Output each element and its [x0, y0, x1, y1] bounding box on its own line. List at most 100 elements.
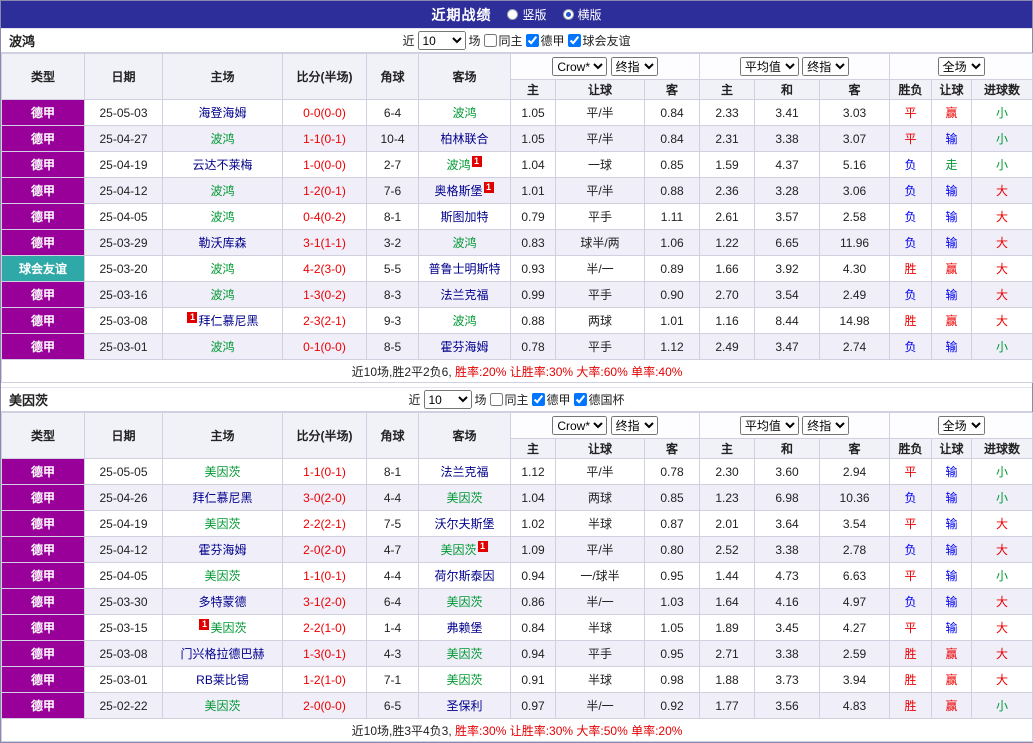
corner-score: 1-4 — [366, 614, 419, 641]
match-score[interactable]: 3-1(1-1) — [282, 229, 367, 256]
away-team-cell[interactable]: 弗赖堡 — [418, 614, 511, 641]
away-team-cell[interactable]: 霍芬海姆 — [418, 333, 511, 360]
filter-same-home[interactable]: 同主 — [489, 391, 529, 408]
euro-time-select[interactable]: 终指 — [802, 416, 850, 435]
match-score[interactable]: 3-1(2-0) — [282, 588, 367, 615]
friendly-checkbox[interactable] — [567, 34, 581, 47]
home-team-cell[interactable]: 美因茨 — [162, 692, 283, 719]
away-team-cell[interactable]: 波鸿 — [418, 307, 511, 334]
away-team-cell[interactable]: 圣保利 — [418, 692, 511, 719]
match-row: 德甲 25-02-22 美因茨 2-0(0-0) 6-5 圣保利 0.97 半/一 0.92 1.… — [1, 692, 1033, 719]
home-team-cell[interactable]: RB莱比锡 — [162, 666, 283, 693]
away-team-cell[interactable]: 柏林联合 — [418, 125, 511, 152]
match-score[interactable]: 0-1(0-0) — [282, 333, 367, 360]
recent-count-select[interactable]: 10 — [423, 390, 472, 409]
away-team-cell[interactable]: 法兰克福 — [418, 458, 511, 485]
asian-home-odds: 0.91 — [510, 666, 556, 693]
league-checkbox[interactable] — [531, 393, 545, 406]
euro-home-odds: 1.23 — [699, 484, 756, 511]
same-home-checkbox[interactable] — [483, 34, 497, 47]
home-team-cell[interactable]: 美因茨 — [162, 562, 283, 589]
home-team-cell[interactable]: 美因茨 — [162, 510, 283, 537]
home-team-cell[interactable]: 1 拜仁慕尼黑 — [162, 307, 283, 334]
filter-same-home[interactable]: 同主 — [483, 32, 523, 49]
away-team-cell[interactable]: 美因茨 — [418, 666, 511, 693]
home-team-cell[interactable]: 拜仁慕尼黑 — [162, 484, 283, 511]
match-score[interactable]: 2-2(1-0) — [282, 614, 367, 641]
match-score[interactable]: 1-3(0-2) — [282, 281, 367, 308]
away-team-cell[interactable]: 荷尔斯泰因 — [418, 562, 511, 589]
match-score[interactable]: 1-1(0-1) — [282, 562, 367, 589]
result-outcome: 平 — [889, 99, 933, 126]
asian-source-select[interactable]: Crow* — [552, 57, 608, 76]
match-score[interactable]: 4-2(3-0) — [282, 255, 367, 282]
away-team-cell[interactable]: 法兰克福 — [418, 281, 511, 308]
away-team-cell[interactable]: 波鸿 — [418, 229, 511, 256]
home-team-cell[interactable]: 波鸿 — [162, 333, 283, 360]
home-team-cell[interactable]: 波鸿 — [162, 255, 283, 282]
filter-league[interactable]: 德甲 — [531, 391, 571, 408]
home-team-cell[interactable]: 云达不莱梅 — [162, 151, 283, 178]
home-team-cell[interactable]: 波鸿 — [162, 281, 283, 308]
away-team-cell[interactable]: 美因茨 — [418, 484, 511, 511]
league-checkbox[interactable] — [525, 34, 539, 47]
euro-time-select[interactable]: 终指 — [802, 57, 850, 76]
recent-count-select[interactable]: 10 — [417, 31, 466, 50]
away-team-cell[interactable]: 波鸿 1 — [418, 151, 511, 178]
asian-handicap-line: 半/一 — [555, 255, 645, 282]
home-team-cell[interactable]: 波鸿 — [162, 125, 283, 152]
match-score[interactable]: 2-3(2-1) — [282, 307, 367, 334]
away-team-cell[interactable]: 美因茨 — [418, 640, 511, 667]
match-score[interactable]: 0-0(0-0) — [282, 99, 367, 126]
home-team-cell[interactable]: 门兴格拉德巴赫 — [162, 640, 283, 667]
away-team-cell[interactable]: 斯图加特 — [418, 203, 511, 230]
match-score[interactable]: 1-0(0-0) — [282, 151, 367, 178]
radio-label: 横版 — [577, 8, 602, 22]
layout-option-horizontal[interactable]: 横版 — [562, 6, 602, 23]
home-team-cell[interactable]: 1 美因茨 — [162, 614, 283, 641]
asian-time-select[interactable]: 终指 — [610, 416, 658, 435]
match-score[interactable]: 2-2(2-1) — [282, 510, 367, 537]
home-team-cell[interactable]: 海登海姆 — [162, 99, 283, 126]
asian-source-select[interactable]: Crow* — [552, 416, 608, 435]
away-team-cell[interactable]: 波鸿 — [418, 99, 511, 126]
match-score[interactable]: 2-0(0-0) — [282, 692, 367, 719]
away-team-cell[interactable]: 美因茨 — [418, 588, 511, 615]
corner-score: 6-5 — [366, 692, 419, 719]
euro-home-odds: 2.36 — [699, 177, 756, 204]
opponent-team-name: 奥格斯堡 — [434, 184, 483, 198]
match-score[interactable]: 1-2(1-0) — [282, 666, 367, 693]
euro-source-select[interactable]: 平均值 — [739, 57, 799, 76]
match-score[interactable]: 1-1(0-1) — [282, 458, 367, 485]
home-team-cell[interactable]: 波鸿 — [162, 177, 283, 204]
same-home-checkbox[interactable] — [489, 393, 503, 406]
match-score[interactable]: 1-2(0-1) — [282, 177, 367, 204]
asian-time-select[interactable]: 终指 — [610, 57, 658, 76]
away-team-cell[interactable]: 美因茨 1 — [418, 536, 511, 563]
result-goals: 大 — [971, 666, 1033, 693]
match-date: 25-04-19 — [84, 510, 163, 537]
scope-select[interactable]: 全场 — [937, 416, 985, 435]
layout-option-vertical[interactable]: 竖版 — [507, 6, 547, 23]
away-team-cell[interactable]: 普鲁士明斯特 — [418, 255, 511, 282]
match-score[interactable]: 1-3(0-1) — [282, 640, 367, 667]
home-team-cell[interactable]: 多特蒙德 — [162, 588, 283, 615]
scope-select[interactable]: 全场 — [937, 57, 985, 76]
filter-cup[interactable]: 德国杯 — [573, 391, 625, 408]
cup-checkbox[interactable] — [573, 393, 587, 406]
euro-source-select[interactable]: 平均值 — [739, 416, 799, 435]
match-rows: 德甲 25-05-03 海登海姆 0-0(0-0) 6-4 波鸿 1.05 平/半 0.84 2.… — [1, 99, 1033, 360]
match-score[interactable]: 2-0(2-0) — [282, 536, 367, 563]
match-row: 德甲 25-04-19 云达不莱梅 1-0(0-0) 2-7 波鸿 1 1.04 一球 0.85 1… — [1, 151, 1033, 178]
home-team-cell[interactable]: 霍芬海姆 — [162, 536, 283, 563]
filter-league[interactable]: 德甲 — [525, 32, 565, 49]
away-team-cell[interactable]: 奥格斯堡 1 — [418, 177, 511, 204]
home-team-cell[interactable]: 波鸿 — [162, 203, 283, 230]
home-team-cell[interactable]: 勒沃库森 — [162, 229, 283, 256]
filter-friendly[interactable]: 球会友谊 — [567, 32, 631, 49]
match-score[interactable]: 0-4(0-2) — [282, 203, 367, 230]
away-team-cell[interactable]: 沃尔夫斯堡 — [418, 510, 511, 537]
home-team-cell[interactable]: 美因茨 — [162, 458, 283, 485]
match-score[interactable]: 3-0(2-0) — [282, 484, 367, 511]
match-score[interactable]: 1-1(0-1) — [282, 125, 367, 152]
